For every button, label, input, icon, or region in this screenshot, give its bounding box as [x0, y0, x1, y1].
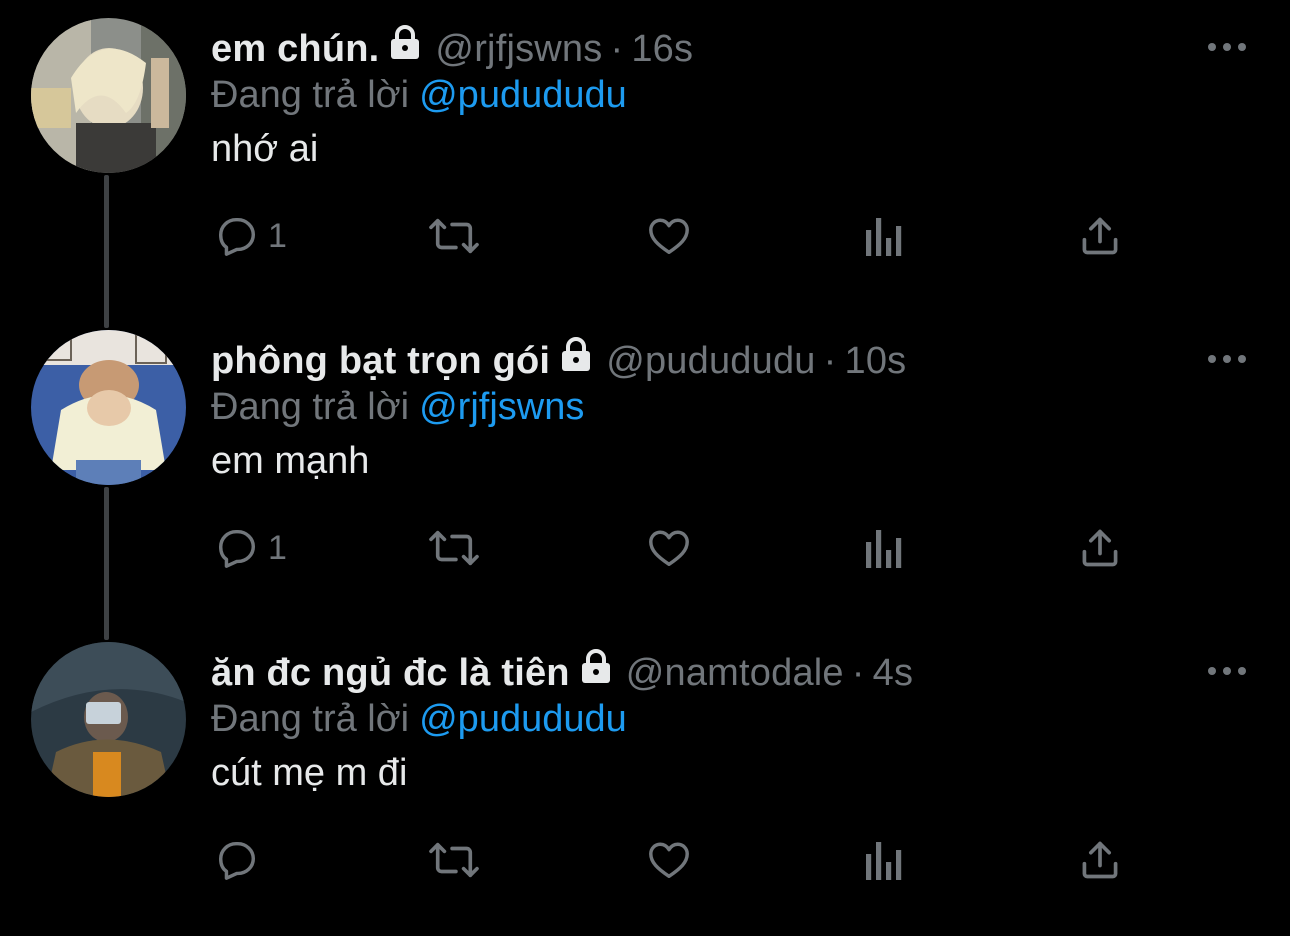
- replying-to: Đang trả lời @pudududu: [211, 698, 627, 741]
- share-icon: [1082, 841, 1118, 879]
- lock-icon: [389, 25, 421, 69]
- tweet-header: ăn đc ngủ đc là tiên @namtodale · 4s: [211, 648, 913, 698]
- retweet-icon: [429, 218, 479, 254]
- reply-count: 1: [268, 528, 287, 567]
- heart-icon: [649, 842, 689, 879]
- analytics-button[interactable]: [864, 206, 904, 266]
- tweet-text: cút mẹ m đi: [211, 752, 408, 794]
- reply-icon: [218, 841, 256, 880]
- analytics-icon: [866, 218, 902, 256]
- tweet-text: em mạnh: [211, 440, 370, 482]
- retweet-icon: [429, 530, 479, 566]
- retweet-button[interactable]: [428, 206, 480, 266]
- like-button[interactable]: [645, 830, 693, 890]
- retweet-button[interactable]: [428, 830, 480, 890]
- action-bar: [0, 830, 1290, 890]
- more-icon[interactable]: [1206, 352, 1248, 364]
- separator: ·: [610, 27, 624, 70]
- share-icon: [1082, 217, 1118, 255]
- user-handle[interactable]: @pudududu: [606, 340, 815, 383]
- replying-label: Đang trả lời: [211, 74, 410, 116]
- display-name[interactable]: em chún.: [211, 28, 379, 71]
- like-button[interactable]: [645, 206, 693, 266]
- timestamp[interactable]: 10s: [845, 340, 907, 383]
- replying-label: Đang trả lời: [211, 698, 410, 740]
- share-icon: [1082, 529, 1118, 567]
- tweet-3[interactable]: ăn đc ngủ đc là tiên @namtodale · 4s Đan…: [0, 624, 1290, 936]
- avatar-rjfjswns[interactable]: [31, 18, 186, 173]
- like-button[interactable]: [645, 518, 693, 578]
- replying-to: Đang trả lời @rjfjswns: [211, 386, 584, 429]
- mention-link[interactable]: @pudududu: [419, 698, 627, 740]
- replying-label: Đang trả lời: [211, 386, 410, 428]
- separator: ·: [823, 339, 837, 382]
- analytics-button[interactable]: [864, 518, 904, 578]
- user-handle[interactable]: @namtodale: [626, 652, 844, 695]
- reply-icon: [218, 217, 256, 256]
- reply-button[interactable]: [214, 830, 268, 890]
- avatar-pudududu[interactable]: [31, 330, 186, 485]
- analytics-icon: [866, 530, 902, 568]
- analytics-button[interactable]: [864, 830, 904, 890]
- action-bar: 1: [0, 206, 1290, 266]
- reply-button[interactable]: 1: [214, 206, 287, 266]
- timestamp[interactable]: 4s: [873, 652, 914, 695]
- mention-link[interactable]: @rjfjswns: [419, 386, 584, 428]
- user-handle[interactable]: @rjfjswns: [435, 28, 602, 71]
- separator: ·: [851, 651, 865, 694]
- retweet-icon: [429, 842, 479, 878]
- lock-icon: [560, 337, 592, 381]
- display-name[interactable]: ăn đc ngủ đc là tiên: [211, 652, 570, 695]
- tweet-header: em chún. @rjfjswns · 16s: [211, 24, 693, 74]
- heart-icon: [649, 530, 689, 567]
- retweet-button[interactable]: [428, 518, 480, 578]
- more-icon[interactable]: [1206, 664, 1248, 676]
- tweet-text: nhớ ai: [211, 128, 319, 170]
- share-button[interactable]: [1078, 206, 1122, 266]
- mention-link[interactable]: @pudududu: [419, 74, 627, 116]
- action-bar: 1: [0, 518, 1290, 578]
- reply-button[interactable]: 1: [214, 518, 287, 578]
- more-icon[interactable]: [1206, 40, 1248, 52]
- reply-icon: [218, 529, 256, 568]
- reply-count: 1: [268, 216, 287, 255]
- heart-icon: [649, 218, 689, 255]
- tweet-header: phông bạt trọn gói @pudududu · 10s: [211, 336, 906, 386]
- replying-to: Đang trả lời @pudududu: [211, 74, 627, 117]
- tweet-2[interactable]: phông bạt trọn gói @pudududu · 10s Đang …: [0, 312, 1290, 624]
- display-name[interactable]: phông bạt trọn gói: [211, 340, 550, 383]
- analytics-icon: [866, 842, 902, 880]
- lock-icon: [580, 649, 612, 693]
- avatar-namtodale[interactable]: [31, 642, 186, 797]
- timestamp[interactable]: 16s: [631, 28, 693, 71]
- share-button[interactable]: [1078, 830, 1122, 890]
- tweet-1[interactable]: em chún. @rjfjswns · 16s Đang trả lời @pu…: [0, 0, 1290, 312]
- share-button[interactable]: [1078, 518, 1122, 578]
